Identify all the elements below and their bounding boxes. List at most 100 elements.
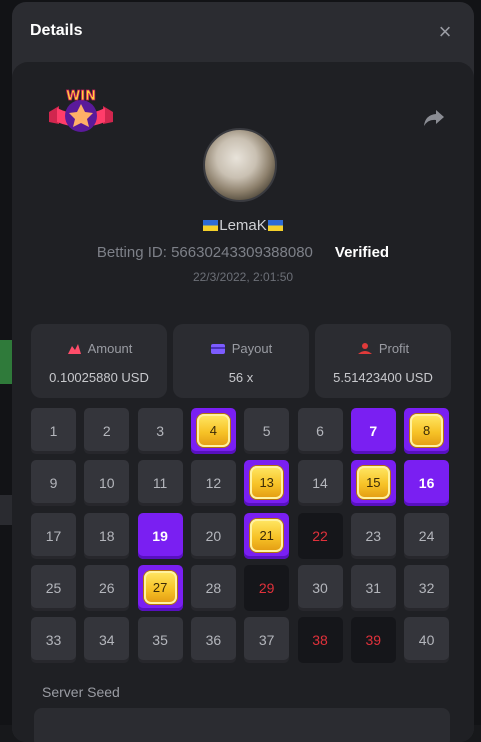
gem-icon: 27	[144, 571, 177, 604]
keno-cell-number: 6	[316, 423, 324, 439]
keno-cell-number: 25	[46, 580, 62, 596]
modal-title: Details	[30, 22, 82, 40]
gem-icon: 8	[410, 414, 443, 447]
avatar	[203, 128, 277, 202]
keno-cell-27: 27	[138, 565, 183, 611]
ukraine-flag-icon	[268, 220, 283, 231]
keno-cell-number: 32	[419, 580, 435, 596]
stat-amount-label: Amount	[88, 341, 133, 356]
keno-cell-number: 33	[46, 632, 62, 648]
keno-cell-3: 3	[138, 408, 183, 454]
ukraine-flag-icon	[203, 220, 218, 231]
keno-cell-number: 34	[99, 632, 115, 648]
wallet-icon	[210, 342, 226, 356]
keno-cell-number: 26	[99, 580, 115, 596]
stat-payout-value: 56 x	[173, 370, 309, 385]
keno-cell-25: 25	[31, 565, 76, 611]
keno-cell-number: 2	[103, 423, 111, 439]
keno-cell-number: 1	[50, 423, 58, 439]
keno-cell-15: 15	[351, 460, 396, 506]
keno-cell-12: 12	[191, 460, 236, 506]
keno-cell-number: 39	[366, 632, 382, 648]
win-badge: WIN	[45, 86, 117, 142]
keno-cell-24: 24	[404, 513, 449, 559]
close-icon: ×	[439, 19, 452, 44]
keno-cell-26: 26	[84, 565, 129, 611]
gem-icon: 13	[250, 466, 283, 499]
stat-payout: Payout 56 x	[173, 324, 309, 398]
keno-cell-22: 22	[298, 513, 343, 559]
keno-cell-14: 14	[298, 460, 343, 506]
keno-cell-9: 9	[31, 460, 76, 506]
keno-cell-19: 19	[138, 513, 183, 559]
betting-id-row: Betting ID: 56630243309388080 Verified	[12, 244, 474, 261]
keno-cell-2: 2	[84, 408, 129, 454]
server-seed-field[interactable]	[34, 708, 450, 742]
keno-cell-34: 34	[84, 617, 129, 663]
username: LemaK	[12, 217, 474, 234]
win-badge-icon: WIN	[45, 86, 117, 142]
share-button[interactable]	[422, 106, 446, 130]
details-modal: Details × WIN LemaK Betting ID: 566	[12, 2, 474, 742]
server-seed-label: Server Seed	[42, 684, 120, 700]
keno-cell-number: 38	[312, 632, 328, 648]
keno-cell-29: 29	[244, 565, 289, 611]
keno-cell-32: 32	[404, 565, 449, 611]
keno-cell-18: 18	[84, 513, 129, 559]
keno-cell-35: 35	[138, 617, 183, 663]
keno-cell-number: 16	[419, 475, 435, 491]
stat-profit: Profit 5.51423400 USD	[315, 324, 451, 398]
keno-cell-number: 40	[419, 632, 435, 648]
close-button[interactable]: ×	[432, 19, 458, 45]
keno-cell-11: 11	[138, 460, 183, 506]
keno-cell-number: 9	[50, 475, 58, 491]
keno-cell-number: 31	[366, 580, 382, 596]
keno-cell-30: 30	[298, 565, 343, 611]
stat-amount: Amount 0.10025880 USD	[31, 324, 167, 398]
gem-icon: 15	[357, 466, 390, 499]
verified-badge: Verified	[335, 244, 389, 261]
keno-cell-28: 28	[191, 565, 236, 611]
keno-cell-1: 1	[31, 408, 76, 454]
keno-cell-number: 37	[259, 632, 275, 648]
keno-cell-number: 10	[99, 475, 115, 491]
keno-cell-13: 13	[244, 460, 289, 506]
keno-cell-38: 38	[298, 617, 343, 663]
timestamp: 22/3/2022, 2:01:50	[12, 270, 474, 284]
keno-cell-20: 20	[191, 513, 236, 559]
stat-payout-label: Payout	[232, 341, 272, 356]
win-badge-text: WIN	[66, 89, 96, 104]
keno-cell-number: 11	[153, 475, 168, 491]
keno-cell-21: 21	[244, 513, 289, 559]
betting-id: Betting ID: 56630243309388080	[97, 244, 313, 261]
keno-cell-5: 5	[244, 408, 289, 454]
keno-cell-number: 20	[206, 528, 222, 544]
keno-cell-number: 3	[156, 423, 164, 439]
keno-cell-number: 19	[152, 528, 168, 544]
gem-icon: 4	[197, 414, 230, 447]
keno-cell-number: 12	[206, 475, 222, 491]
keno-cell-37: 37	[244, 617, 289, 663]
keno-cell-number: 36	[206, 632, 222, 648]
keno-cell-33: 33	[31, 617, 76, 663]
keno-cell-number: 23	[366, 528, 382, 544]
stat-profit-label: Profit	[379, 341, 409, 356]
keno-cell-number: 28	[206, 580, 222, 596]
keno-cell-number: 30	[312, 580, 328, 596]
keno-cell-number: 22	[312, 528, 328, 544]
keno-cell-number: 7	[369, 423, 377, 439]
stats-row: Amount 0.10025880 USD Payout 56 x Profit…	[31, 324, 451, 398]
keno-cell-4: 4	[191, 408, 236, 454]
keno-cell-number: 35	[152, 632, 168, 648]
keno-cell-40: 40	[404, 617, 449, 663]
keno-cell-31: 31	[351, 565, 396, 611]
keno-cell-7: 7	[351, 408, 396, 454]
stat-profit-value: 5.51423400 USD	[315, 370, 451, 385]
keno-cell-number: 29	[259, 580, 275, 596]
keno-cell-number: 17	[46, 528, 62, 544]
share-icon	[422, 106, 446, 130]
keno-cell-17: 17	[31, 513, 76, 559]
keno-cell-16: 16	[404, 460, 449, 506]
keno-cell-8: 8	[404, 408, 449, 454]
keno-cell-number: 18	[99, 528, 115, 544]
